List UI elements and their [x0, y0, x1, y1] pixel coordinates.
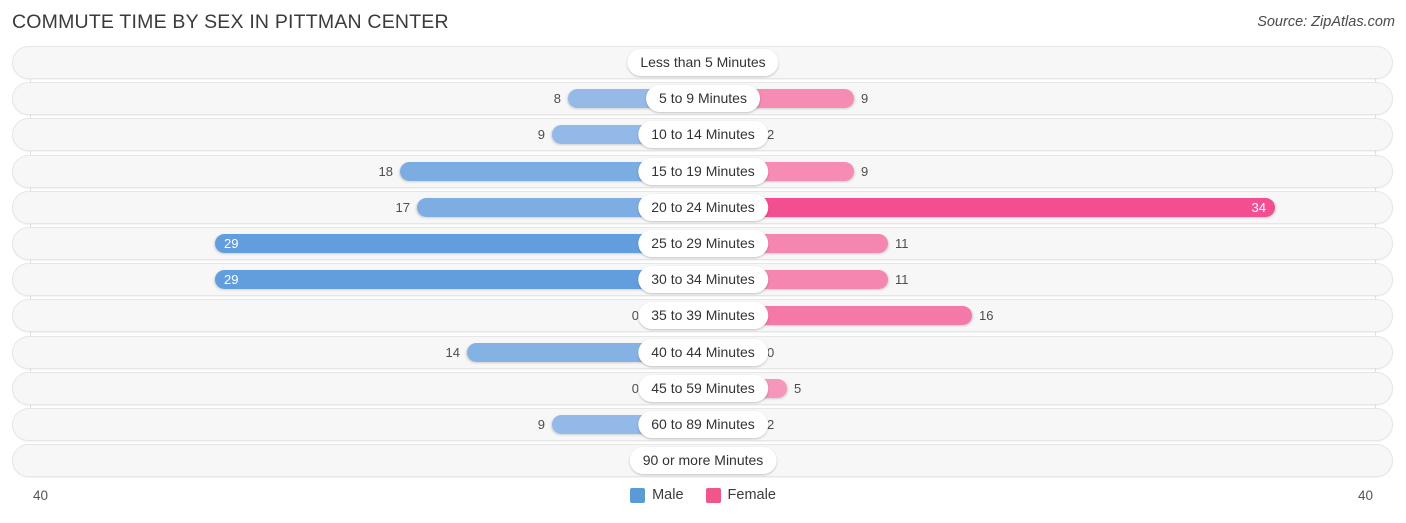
category-label: 25 to 29 Minutes: [638, 229, 768, 257]
bar-value-male: 29: [224, 235, 239, 251]
bar-row: 14 0 40 to 44 Minutes: [0, 335, 1406, 369]
bar-row: 8 9 5 to 9 Minutes: [0, 82, 1406, 116]
bar-value-female: 0: [767, 344, 775, 360]
legend-label: Male: [652, 487, 684, 503]
bar-row: 29 11 25 to 29 Minutes: [0, 226, 1406, 260]
bar-row: 9 2 10 to 14 Minutes: [0, 118, 1406, 152]
legend-item[interactable]: Male: [630, 487, 684, 503]
bar-value-female: 2: [767, 416, 775, 432]
legend-swatch-icon: [705, 487, 721, 503]
category-label: Less than 5 Minutes: [627, 49, 779, 76]
bar-value-female: 2: [767, 127, 775, 143]
bar-male[interactable]: 29: [215, 270, 703, 290]
category-label: 30 to 34 Minutes: [638, 266, 768, 294]
legend-swatch-icon: [630, 487, 646, 503]
bar-row: 18 9 15 to 19 Minutes: [0, 154, 1406, 188]
bar-value-male: 9: [537, 416, 545, 432]
source-attribution: Source: ZipAtlas.com: [1257, 14, 1395, 30]
legend-item[interactable]: Female: [705, 487, 776, 503]
bar-value-female: 16: [979, 308, 994, 324]
bar-value-female: 9: [861, 163, 869, 179]
category-label: 35 to 39 Minutes: [638, 302, 768, 330]
category-label: 60 to 89 Minutes: [638, 410, 768, 438]
bar-value-male: 8: [553, 91, 561, 107]
category-label: 5 to 9 Minutes: [646, 85, 760, 113]
bar-row: 34 17 20 to 24 Minutes: [0, 190, 1406, 224]
chart-header: COMMUTE TIME BY SEX IN PITTMAN CENTER So…: [0, 0, 1406, 46]
page-title: COMMUTE TIME BY SEX IN PITTMAN CENTER: [12, 11, 449, 33]
bar-rows: 23Less than 5 Minutes895 to 9 Minutes921…: [0, 46, 1406, 480]
bar-male[interactable]: 29: [215, 233, 703, 253]
bar-value-female: 11: [895, 235, 909, 251]
chart-plot-area: 23Less than 5 Minutes895 to 9 Minutes921…: [0, 46, 1406, 483]
bar-row: 9 2 60 to 89 Minutes: [0, 407, 1406, 441]
bar-value-male: 17: [395, 199, 410, 215]
bar-row: 0 5 45 to 59 Minutes: [0, 371, 1406, 405]
chart-legend: Male Female: [0, 487, 1406, 503]
bar-row: 23Less than 5 Minutes: [0, 46, 1406, 79]
bar-value-male: 18: [378, 163, 393, 179]
category-label: 45 to 59 Minutes: [638, 374, 768, 402]
category-label: 90 or more Minutes: [629, 447, 777, 475]
bar-female[interactable]: 34: [703, 197, 1275, 217]
bar-row: 0 16 35 to 39 Minutes: [0, 299, 1406, 333]
bar-value-male: 9: [537, 127, 545, 143]
category-label: 40 to 44 Minutes: [638, 338, 768, 366]
bar-value-female: 34: [1251, 199, 1266, 215]
category-label: 20 to 24 Minutes: [638, 193, 768, 221]
legend-label: Female: [727, 487, 776, 503]
chart-footer: 40 40 Male Female: [0, 483, 1406, 523]
bar-value-female: 11: [895, 272, 909, 288]
bar-row: 0090 or more Minutes: [0, 444, 1406, 478]
bar-value-female: 5: [794, 380, 802, 396]
bar-value-male: 14: [445, 344, 460, 360]
bar-value-female: 9: [861, 91, 869, 107]
bar-value-male: 29: [224, 272, 239, 288]
category-label: 10 to 14 Minutes: [638, 121, 768, 149]
category-label: 15 to 19 Minutes: [638, 157, 768, 185]
bar-row: 29 11 30 to 34 Minutes: [0, 263, 1406, 297]
